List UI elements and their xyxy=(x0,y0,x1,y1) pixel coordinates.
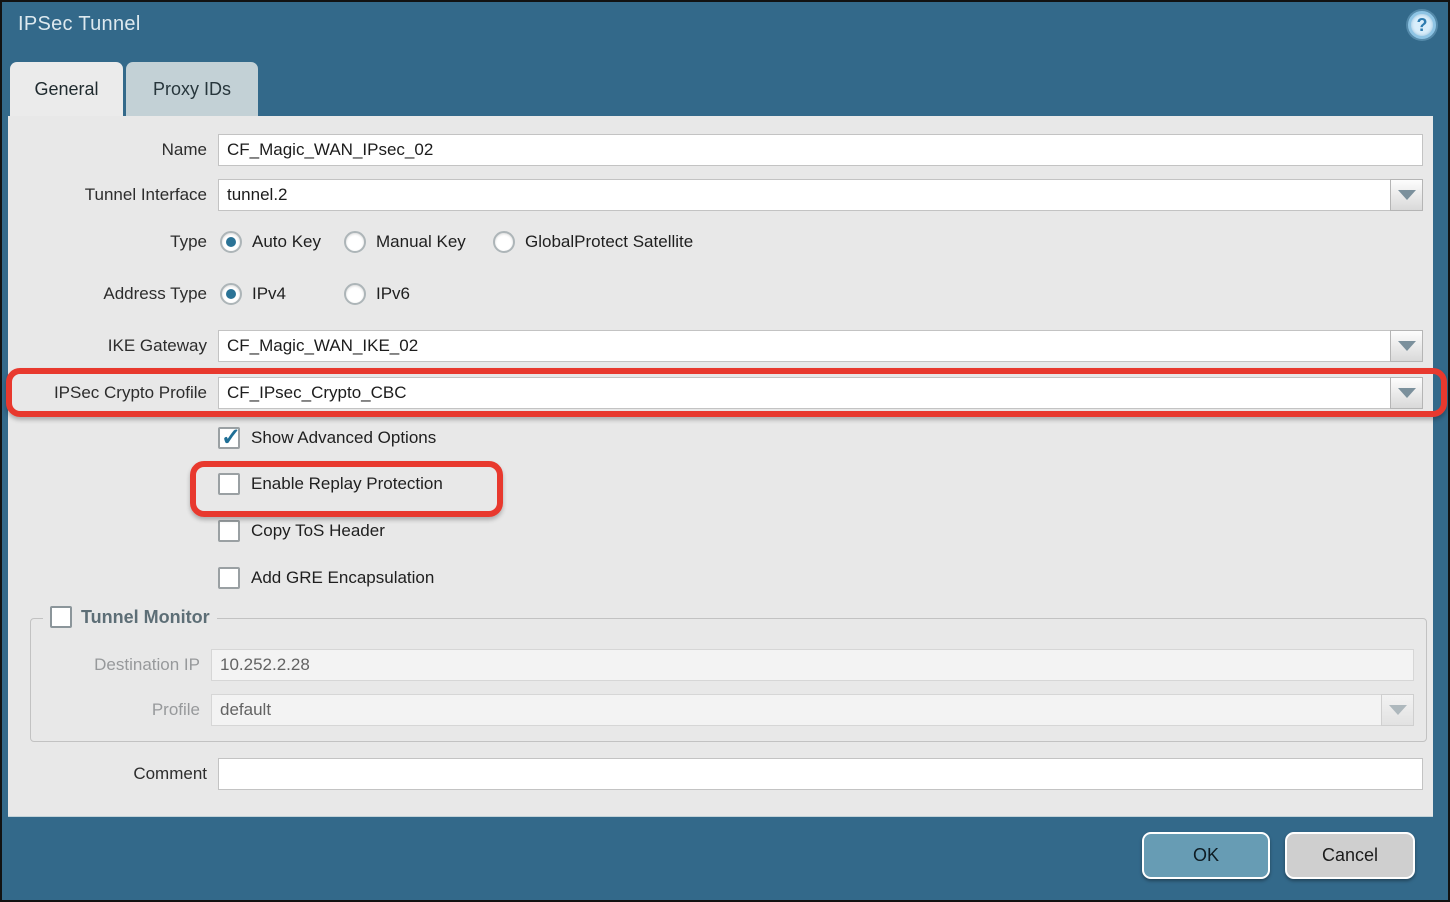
ipsec-crypto-profile-label: IPSec Crypto Profile xyxy=(8,383,207,403)
chevron-down-icon xyxy=(1398,190,1416,200)
help-icon[interactable]: ? xyxy=(1408,11,1436,39)
ipv6-label: IPv6 xyxy=(376,284,410,304)
tunnel-interface-label: Tunnel Interface xyxy=(8,185,207,205)
copy-tos-header-row: Copy ToS Header xyxy=(218,520,385,542)
manual-key-label: Manual Key xyxy=(376,232,466,252)
enable-replay-protection-checkbox[interactable] xyxy=(218,473,240,495)
tunnel-monitor-label: Tunnel Monitor xyxy=(81,607,210,628)
tab-general-label: General xyxy=(34,79,98,100)
tunnel-monitor-fieldset: Tunnel Monitor Destination IP Profile xyxy=(30,618,1427,742)
address-type-row: Address Type IPv4 IPv6 xyxy=(8,282,1433,306)
address-type-option-ipv6: IPv6 xyxy=(344,283,410,305)
globalprotect-satellite-radio[interactable] xyxy=(493,231,515,253)
name-row: Name xyxy=(8,134,1433,166)
ipsec-crypto-profile-row: IPSec Crypto Profile xyxy=(8,377,1433,409)
ipv4-label: IPv4 xyxy=(252,284,286,304)
chevron-down-icon xyxy=(1398,341,1416,351)
name-input[interactable] xyxy=(218,134,1423,166)
comment-label: Comment xyxy=(8,764,207,784)
tunnel-interface-input[interactable] xyxy=(218,179,1391,211)
dialog-title: IPSec Tunnel xyxy=(18,13,141,36)
address-type-option-ipv4: IPv4 xyxy=(220,283,344,305)
tab-general[interactable]: General xyxy=(10,62,123,116)
tunnel-monitor-checkbox[interactable] xyxy=(50,606,72,628)
destination-ip-row: Destination IP xyxy=(31,649,1426,681)
ipsec-tunnel-dialog: IPSec Tunnel ? General Proxy IDs Name Tu… xyxy=(0,0,1450,902)
monitor-profile-row: Profile xyxy=(31,694,1426,726)
add-gre-encapsulation-label: Add GRE Encapsulation xyxy=(251,568,434,588)
ipsec-crypto-profile-input[interactable] xyxy=(218,377,1391,409)
monitor-profile-label: Profile xyxy=(31,700,200,720)
general-tab-panel: Name Tunnel Interface Type Auto Key xyxy=(8,116,1433,816)
copy-tos-header-checkbox[interactable] xyxy=(218,520,240,542)
cancel-button[interactable]: Cancel xyxy=(1285,832,1415,879)
ipv6-radio[interactable] xyxy=(344,283,366,305)
monitor-profile-input xyxy=(211,694,1382,726)
chevron-down-icon xyxy=(1389,705,1407,715)
name-label: Name xyxy=(8,140,207,160)
destination-ip-input xyxy=(211,649,1414,681)
destination-ip-label: Destination IP xyxy=(31,655,200,675)
type-label: Type xyxy=(8,232,207,252)
tunnel-monitor-legend: Tunnel Monitor xyxy=(43,606,217,628)
enable-replay-protection-label: Enable Replay Protection xyxy=(251,474,443,494)
show-advanced-options-label: Show Advanced Options xyxy=(251,428,436,448)
show-advanced-options-row: Show Advanced Options xyxy=(218,427,436,449)
ipv4-radio[interactable] xyxy=(220,283,242,305)
manual-key-radio[interactable] xyxy=(344,231,366,253)
tunnel-interface-dropdown-button[interactable] xyxy=(1390,179,1423,211)
tab-proxy-ids-label: Proxy IDs xyxy=(153,79,231,100)
show-advanced-options-checkbox[interactable] xyxy=(218,427,240,449)
type-option-auto-key: Auto Key xyxy=(220,231,344,253)
address-type-label: Address Type xyxy=(8,284,207,304)
ok-button[interactable]: OK xyxy=(1142,832,1270,879)
chevron-down-icon xyxy=(1398,388,1416,398)
auto-key-label: Auto Key xyxy=(252,232,321,252)
add-gre-encapsulation-checkbox[interactable] xyxy=(218,567,240,589)
monitor-profile-dropdown-button xyxy=(1381,694,1414,726)
ok-button-label: OK xyxy=(1193,845,1219,866)
type-option-globalprotect: GlobalProtect Satellite xyxy=(493,231,693,253)
ike-gateway-dropdown-button[interactable] xyxy=(1390,330,1423,362)
globalprotect-satellite-label: GlobalProtect Satellite xyxy=(525,232,693,252)
enable-replay-protection-row: Enable Replay Protection xyxy=(218,473,443,495)
ike-gateway-input[interactable] xyxy=(218,330,1391,362)
auto-key-radio[interactable] xyxy=(220,231,242,253)
comment-input[interactable] xyxy=(218,758,1423,790)
tunnel-interface-row: Tunnel Interface xyxy=(8,179,1433,211)
ike-gateway-label: IKE Gateway xyxy=(8,336,207,356)
tab-proxy-ids[interactable]: Proxy IDs xyxy=(126,62,258,116)
add-gre-encapsulation-row: Add GRE Encapsulation xyxy=(218,567,434,589)
copy-tos-header-label: Copy ToS Header xyxy=(251,521,385,541)
cancel-button-label: Cancel xyxy=(1322,845,1378,866)
type-row: Type Auto Key Manual Key GlobalProtect S… xyxy=(8,230,1433,254)
comment-row: Comment xyxy=(8,758,1433,790)
type-option-manual-key: Manual Key xyxy=(344,231,493,253)
ipsec-crypto-profile-dropdown-button[interactable] xyxy=(1390,377,1423,409)
help-icon-glyph: ? xyxy=(1417,15,1428,36)
ike-gateway-row: IKE Gateway xyxy=(8,330,1433,362)
